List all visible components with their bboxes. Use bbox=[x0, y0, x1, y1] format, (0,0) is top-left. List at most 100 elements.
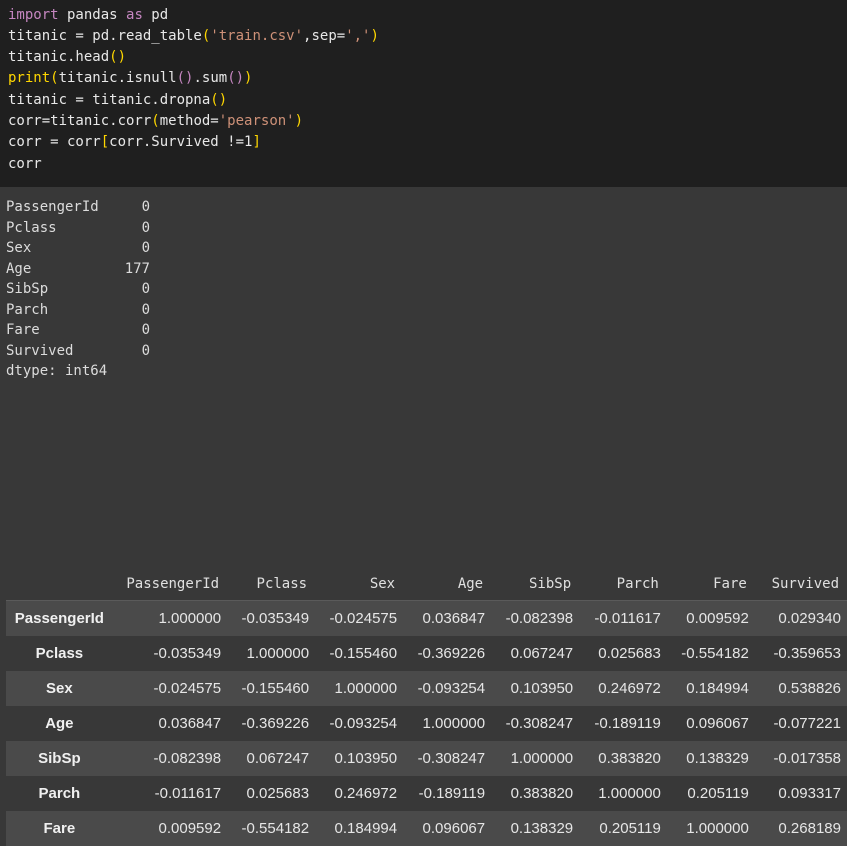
table-cell: -0.093254 bbox=[329, 715, 398, 732]
table-cell: -0.082398 bbox=[505, 610, 574, 627]
row-index: PassengerId bbox=[14, 610, 104, 627]
table-cell: -0.155460 bbox=[329, 645, 398, 662]
row-index: Parch bbox=[38, 785, 81, 802]
column-header: Sex bbox=[315, 568, 404, 601]
code-token: 'train.csv' bbox=[210, 28, 304, 44]
table-cell: 1.000000 bbox=[686, 820, 749, 837]
code-token: ( bbox=[151, 113, 160, 129]
series-index: Pclass bbox=[6, 219, 57, 236]
row-index: Pclass bbox=[35, 645, 84, 662]
table-cell: 0.538826 bbox=[778, 680, 841, 697]
code-token: () bbox=[210, 92, 228, 108]
table-cell: 0.093317 bbox=[778, 785, 841, 802]
code-token: ) bbox=[244, 70, 253, 86]
code-token: import bbox=[8, 7, 59, 23]
table-row: SibSp -0.082398 0.067247 0.103950 -0.308… bbox=[6, 741, 847, 776]
series-dtype: dtype: int64 bbox=[6, 363, 108, 379]
table-cell: 0.184994 bbox=[334, 820, 398, 837]
table-cell: -0.024575 bbox=[329, 610, 398, 627]
correlation-dataframe: PassengerId Pclass Sex Age SibSp Parch F… bbox=[6, 568, 847, 846]
table-row: Fare 0.009592 -0.554182 0.184994 0.09606… bbox=[6, 811, 847, 846]
row-index: Age bbox=[45, 715, 74, 732]
table-row: Sex -0.024575 -0.155460 1.000000 -0.0932… bbox=[6, 671, 847, 706]
table-cell: 0.205119 bbox=[599, 820, 661, 837]
table-row: Pclass -0.035349 1.000000 -0.155460 -0.3… bbox=[6, 636, 847, 671]
row-index: SibSp bbox=[38, 750, 81, 767]
series-row: Fare 0 bbox=[6, 320, 150, 341]
table-cell: 0.383820 bbox=[510, 785, 574, 802]
table-cell: 0.184994 bbox=[686, 680, 749, 697]
series-row: Sex 0 bbox=[6, 238, 150, 259]
code-line[interactable]: corr bbox=[8, 154, 42, 175]
code-token: ) bbox=[370, 28, 379, 44]
table-cell: 0.138329 bbox=[510, 820, 574, 837]
series-index: Survived bbox=[6, 342, 74, 359]
code-line[interactable]: corr = corr[corr.Survived !=1] bbox=[8, 132, 261, 153]
table-row: PassengerId 1.000000 -0.035349 -0.024575… bbox=[6, 600, 847, 636]
code-line[interactable]: import pandas as pd bbox=[8, 5, 168, 26]
table-cell: 0.138329 bbox=[686, 750, 749, 767]
code-token: titanic = titanic.dropna bbox=[8, 92, 211, 108]
column-header: Survived bbox=[754, 568, 847, 601]
table-cell: -0.554182 bbox=[241, 820, 310, 837]
table-cell: -0.308247 bbox=[417, 750, 486, 767]
code-cell[interactable]: import pandas as pd titanic = pd.read_ta… bbox=[0, 0, 847, 187]
code-token: pandas bbox=[58, 7, 127, 23]
code-token: ] bbox=[252, 134, 261, 150]
code-line[interactable]: corr=titanic.corr(method='pearson') bbox=[8, 111, 303, 132]
code-token: print bbox=[8, 70, 51, 86]
table-cell: -0.011617 bbox=[594, 610, 661, 627]
series-value: 0 bbox=[141, 240, 150, 256]
table-cell: -0.035349 bbox=[241, 610, 310, 627]
table-cell: 0.067247 bbox=[246, 750, 310, 767]
column-header: Parch bbox=[579, 568, 667, 601]
series-index: Age bbox=[6, 260, 32, 277]
stdout-null-counts: PassengerId 0 Pclass 0 Sex 0 Age 177 SibSp 0 … bbox=[6, 197, 150, 382]
table-cell: -0.024575 bbox=[153, 680, 222, 697]
series-index: Fare bbox=[6, 322, 40, 338]
series-value: 0 bbox=[141, 199, 150, 215]
table-cell: 0.103950 bbox=[334, 750, 398, 767]
table-cell: -0.369226 bbox=[417, 645, 486, 662]
table-row: Parch -0.011617 0.025683 0.246972 -0.189… bbox=[6, 776, 847, 811]
table-cell: 0.246972 bbox=[334, 785, 398, 802]
index-header bbox=[6, 568, 113, 601]
code-line[interactable]: titanic.head() bbox=[8, 47, 126, 68]
table-row: Age 0.036847 -0.369226 -0.093254 1.00000… bbox=[6, 706, 847, 741]
table-cell: 0.103950 bbox=[510, 680, 574, 697]
series-value: 0 bbox=[141, 219, 150, 236]
table-cell: -0.093254 bbox=[417, 680, 486, 697]
code-token: ) bbox=[294, 113, 304, 129]
table-cell: 0.096067 bbox=[686, 715, 749, 732]
code-token: ( bbox=[50, 70, 59, 86]
series-index: Parch bbox=[6, 301, 49, 318]
code-token: corr=titanic.corr bbox=[8, 113, 152, 129]
row-index: Fare bbox=[43, 820, 76, 837]
series-row: Parch 0 bbox=[6, 300, 150, 321]
code-token: as bbox=[126, 7, 143, 23]
table-cell: -0.359653 bbox=[773, 645, 841, 662]
code-line[interactable]: titanic = pd.read_table('train.csv',sep=… bbox=[8, 26, 379, 47]
code-token: () bbox=[109, 49, 127, 65]
table-cell: -0.035349 bbox=[153, 645, 222, 662]
table-cell: -0.308247 bbox=[505, 715, 574, 732]
table-cell: -0.011617 bbox=[154, 785, 222, 802]
code-line[interactable]: titanic = titanic.dropna() bbox=[8, 90, 227, 111]
series-value: 0 bbox=[141, 301, 150, 318]
code-line[interactable]: print(titanic.isnull().sum()) bbox=[8, 68, 252, 89]
column-header: PassengerId bbox=[112, 568, 228, 601]
column-header: Age bbox=[403, 568, 492, 601]
code-token: corr = corr bbox=[8, 134, 101, 150]
table-cell: 1.000000 bbox=[246, 645, 310, 662]
table-cell: 0.205119 bbox=[687, 785, 749, 802]
table-cell: 0.383820 bbox=[598, 750, 661, 767]
series-row: Pclass 0 bbox=[6, 218, 150, 239]
code-token: ',' bbox=[345, 28, 371, 44]
series-row: PassengerId 0 bbox=[6, 197, 150, 218]
series-row: Age 177 bbox=[6, 259, 150, 280]
series-index: PassengerId bbox=[6, 199, 99, 215]
code-token: () bbox=[176, 70, 194, 86]
series-index: SibSp bbox=[6, 281, 49, 297]
code-token: .sum bbox=[193, 70, 228, 86]
series-row: Survived 0 bbox=[6, 341, 150, 362]
